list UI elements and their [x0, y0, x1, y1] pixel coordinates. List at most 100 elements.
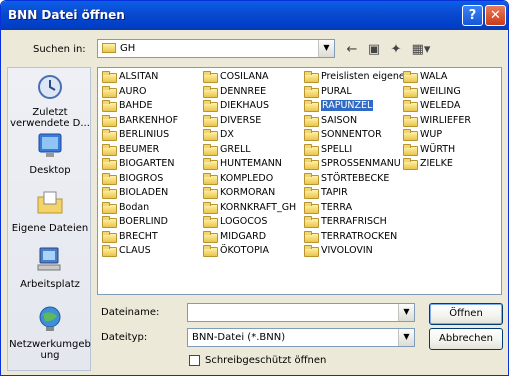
folder-item[interactable]: BAHDE [100, 99, 178, 114]
folder-item[interactable]: COSILANA [201, 70, 296, 85]
folder-name: BIOGROS [119, 172, 164, 184]
back-icon[interactable]: ← [343, 41, 361, 59]
chevron-down-icon[interactable]: ▼ [398, 304, 414, 321]
place-my-documents[interactable]: Eigene Dateien [8, 188, 92, 234]
folder-name: WELEDA [420, 100, 461, 111]
folder-name: TERRATROCKEN [321, 230, 398, 242]
folder-item[interactable]: BIOLADEN [100, 186, 178, 201]
folder-item[interactable]: ALSITAN [100, 70, 178, 85]
folder-item[interactable]: GRELL [201, 143, 296, 158]
my-computer-icon [37, 247, 61, 271]
folder-icon [102, 71, 117, 83]
folder-item[interactable]: DIVERSE [201, 114, 296, 129]
new-folder-icon[interactable]: ✦ [387, 41, 405, 59]
folder-item[interactable]: CLAUS [100, 244, 178, 259]
folder-column: ALSITAN AURO BAHDE BARKENHOF BERLINIUS BEUMER… [100, 70, 178, 259]
folder-icon [304, 85, 319, 98]
folder-list[interactable]: ALSITAN AURO BAHDE BARKENHOF BERLINIUS BEUMER… [97, 67, 502, 295]
folder-item[interactable]: VIVOLOVIN [302, 244, 405, 259]
folder-icon [403, 129, 418, 141]
folder-item[interactable]: TERRATROCKEN [302, 230, 405, 245]
help-button[interactable]: ? [462, 5, 483, 26]
folder-item[interactable]: Preislisten eigene [302, 70, 405, 85]
folder-item[interactable]: BEUMER [100, 143, 178, 158]
folder-name: STÖRTEBECKE [321, 172, 390, 184]
folder-item[interactable]: DX [201, 128, 296, 143]
folder-item[interactable]: Bodan [100, 201, 178, 216]
folder-item[interactable]: HUNTEMANN [201, 157, 296, 172]
folder-name: WALA [420, 71, 448, 82]
cancel-button[interactable]: Abbrechen [429, 328, 503, 350]
folder-item[interactable]: SAISON [302, 114, 405, 129]
folder-item[interactable]: ÖKOTOPIA [201, 244, 296, 259]
close-button[interactable]: ✕ [485, 5, 506, 26]
folder-item[interactable]: WELEDA [401, 99, 471, 114]
folder-item[interactable]: SPELLI [302, 143, 405, 158]
folder-item[interactable]: DENNREE [201, 85, 296, 100]
folder-item[interactable]: BARKENHOF [100, 114, 178, 129]
folder-item[interactable]: BIOGROS [100, 172, 178, 187]
open-button[interactable]: Öffnen [429, 303, 503, 325]
folder-item[interactable]: PURAL [302, 85, 405, 100]
folder-item[interactable]: TERRAFRISCH [302, 215, 405, 230]
folder-name: BOERLIND [119, 216, 168, 227]
folder-icon [304, 201, 319, 214]
folder-name: KORNKRAFT_GH [220, 201, 297, 213]
folder-item[interactable]: WUP [401, 128, 471, 143]
folder-item[interactable]: KORNKRAFT_GH [201, 201, 296, 216]
folder-item[interactable]: WÜRTH [401, 143, 471, 158]
view-menu-icon[interactable]: ▦▾ [409, 41, 433, 59]
folder-name: SONNENTOR [321, 129, 382, 140]
place-recent[interactable]: Zuletzt verwendete D... [8, 72, 92, 129]
folder-item[interactable]: ZIELKE [401, 157, 471, 172]
place-my-computer[interactable]: Arbeitsplatz [8, 244, 92, 290]
lookin-value: GH [120, 43, 136, 54]
chevron-down-icon[interactable]: ▼ [318, 40, 334, 57]
folder-item[interactable]: WIRLIEFER [401, 114, 471, 129]
folder-item[interactable]: BOERLIND [100, 215, 178, 230]
folder-icon [102, 158, 117, 170]
folder-item[interactable]: TAPIR [302, 186, 405, 201]
folder-item[interactable]: SONNENTOR [302, 128, 405, 143]
folder-item[interactable]: BRECHT [100, 230, 178, 245]
folder-item[interactable]: DIEKHAUS [201, 99, 296, 114]
folder-name: KOMPLEDO [220, 172, 274, 184]
folder-name: WUP [420, 129, 443, 140]
folder-name: SPROSSENMANU [321, 158, 401, 169]
folder-item[interactable]: STÖRTEBECKE [302, 172, 405, 187]
filetype-select[interactable]: BNN-Datei (*.BNN) ▼ [187, 328, 415, 347]
folder-item[interactable]: BIOGARTEN [100, 157, 178, 172]
folder-item[interactable]: TERRA [302, 201, 405, 216]
folder-item[interactable]: MIDGARD [201, 230, 296, 245]
folder-item[interactable]: KORMORAN [201, 186, 296, 201]
folder-item[interactable]: RAPUNZEL [302, 99, 405, 114]
folder-item[interactable]: BERLINIUS [100, 128, 178, 143]
lookin-combo[interactable]: GH ▼ [97, 39, 335, 58]
up-folder-icon[interactable]: ▣ [365, 41, 383, 59]
folder-name: AURO [119, 85, 147, 97]
folder-name: MIDGARD [220, 230, 267, 242]
title-bar[interactable]: BNN Datei öffnen ? ✕ [1, 1, 508, 30]
chevron-down-icon[interactable]: ▼ [398, 329, 414, 346]
folder-item[interactable]: LOGOCOS [201, 215, 296, 230]
folder-name: DIVERSE [220, 114, 262, 126]
folder-icon [304, 143, 319, 156]
folder-icon [102, 230, 117, 243]
folder-name: BRECHT [119, 230, 158, 242]
folder-name: BERLINIUS [119, 129, 170, 140]
folder-item[interactable]: KOMPLEDO [201, 172, 296, 187]
readonly-label[interactable]: Schreibgeschützt öffnen [205, 355, 326, 366]
window-title: BNN Datei öffnen [8, 8, 125, 22]
folder-icon [203, 114, 218, 127]
folder-item[interactable]: WALA [401, 70, 471, 85]
place-desktop[interactable]: Desktop [8, 130, 92, 176]
filename-input[interactable]: ▼ [187, 303, 415, 322]
place-label: Zuletzt verwendete D... [10, 107, 90, 129]
place-network[interactable]: Netzwerkumgeb ung [8, 304, 92, 361]
readonly-checkbox[interactable] [189, 355, 200, 366]
folder-item[interactable]: SPROSSENMANU [302, 157, 405, 172]
folder-icon [304, 172, 319, 185]
folder-icon [102, 43, 116, 53]
folder-item[interactable]: AURO [100, 85, 178, 100]
folder-item[interactable]: WEILING [401, 85, 471, 100]
